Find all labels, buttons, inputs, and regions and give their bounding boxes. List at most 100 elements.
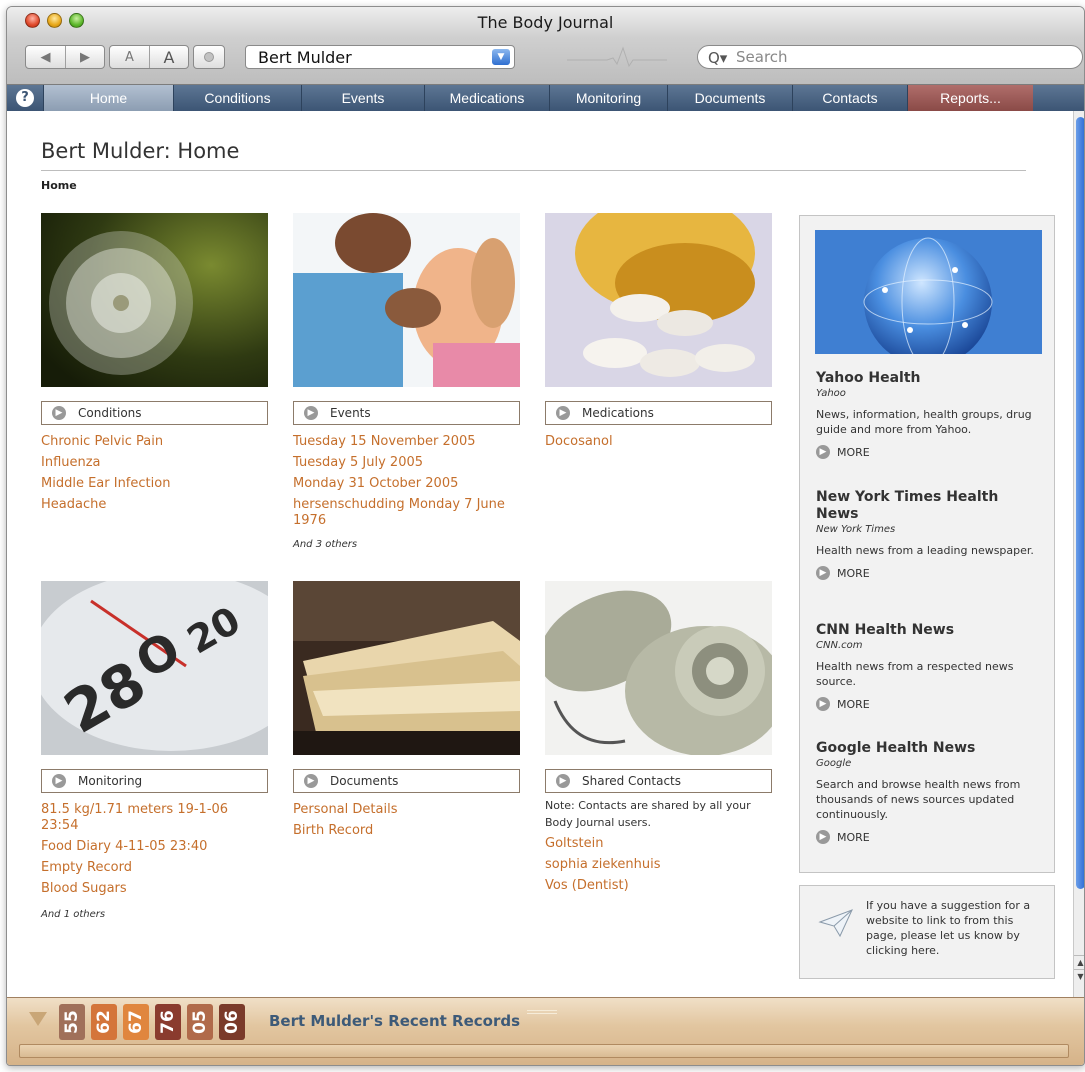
tab-medications[interactable]: Medications [424,85,549,111]
telephone-image[interactable] [545,581,772,755]
contacts-panel: ▶ Shared Contacts Note: Contacts are sha… [545,581,772,896]
conditions-heading: Conditions [78,406,142,420]
folders-image[interactable] [293,581,520,755]
medications-heading-button[interactable]: ▶ Medications [545,401,772,425]
condition-link[interactable]: Chronic Pelvic Pain [41,431,268,452]
tab-conditions[interactable]: Conditions [173,85,301,111]
contact-link[interactable]: Vos (Dentist) [545,875,772,896]
scroll-down-arrow[interactable]: ▼ [1074,969,1084,983]
font-smaller-button[interactable]: A [110,46,149,68]
search-placeholder: Search [736,48,788,66]
arrow-right-icon: ▶ [816,697,830,711]
monitoring-link[interactable]: 81.5 kg/1.71 meters 19-1-06 23:54 [41,799,268,836]
medication-link[interactable]: Docosanol [545,431,772,452]
event-link[interactable]: Monday 31 October 2005 [293,473,520,494]
document-link[interactable]: Birth Record [293,820,520,841]
page-title: Bert Mulder: Home [41,139,240,163]
recent-records-label: Bert Mulder's Recent Records [269,1012,521,1030]
recent-record-badge[interactable]: 62 [91,1004,117,1040]
title-divider [41,170,1026,171]
feed-title[interactable]: Yahoo Health [816,370,1036,387]
recent-record-number: 06 [221,1010,242,1034]
patient-select-value: Bert Mulder [258,48,352,67]
monitoring-link[interactable]: Blood Sugars [41,878,268,899]
monitoring-more-count: And 1 others [41,909,106,920]
arrow-right-icon: ▶ [816,566,830,580]
recent-record-number: 67 [125,1010,146,1034]
conditions-heading-button[interactable]: ▶ Conditions [41,401,268,425]
conditions-panel: ▶ Conditions Chronic Pelvic Pain Influen… [41,213,268,515]
contacts-heading: Shared Contacts [582,774,681,788]
feed-title[interactable]: CNN Health News [816,622,1036,639]
pills-image[interactable] [545,213,772,387]
recent-record-number: 55 [61,1010,82,1034]
chevron-down-icon[interactable]: ▼ [492,49,510,65]
recent-record-badge[interactable]: 67 [123,1004,149,1040]
heartbeat-icon [567,46,667,68]
drawer-grip[interactable] [527,1010,557,1014]
feed-title[interactable]: New York Times Health News [816,489,1036,523]
font-larger-button[interactable]: A [148,46,188,68]
doctor-exam-image[interactable] [293,213,520,387]
tab-documents[interactable]: Documents [667,85,792,111]
drawer-bar [19,1044,1069,1058]
more-button[interactable]: ▶ MORE [816,445,1036,459]
more-label: MORE [837,830,870,844]
event-link[interactable]: Tuesday 5 July 2005 [293,452,520,473]
suggestion-text: If you have a suggestion for a website t… [866,899,1031,957]
monitoring-heading-button[interactable]: ▶ Monitoring [41,769,268,793]
arrow-right-icon: ▶ [556,406,570,420]
feed-description: News, information, health groups, drug g… [816,408,1032,436]
back-button[interactable]: ◀ [26,46,65,68]
recent-record-badge[interactable]: 76 [155,1004,181,1040]
tab-reports[interactable]: Reports... [907,85,1033,111]
contact-link[interactable]: Goltstein [545,833,772,854]
search-icon: Q▾ [708,49,728,67]
stop-button[interactable] [193,45,225,69]
medications-heading: Medications [582,406,654,420]
tab-contacts[interactable]: Contacts [792,85,907,111]
scale-image[interactable]: 28 O 20 [41,581,268,755]
recent-record-badge[interactable]: 06 [219,1004,245,1040]
forward-button[interactable]: ▶ [64,46,104,68]
tab-events[interactable]: Events [301,85,424,111]
dandelion-image[interactable] [41,213,268,387]
monitoring-link[interactable]: Food Diary 4-11-05 23:40 [41,836,268,857]
events-heading-button[interactable]: ▶ Events [293,401,520,425]
feed-description: Health news from a leading newspaper. [816,544,1034,557]
more-button[interactable]: ▶ MORE [816,566,1036,580]
search-input[interactable]: Q▾ Search [697,45,1083,69]
feed-source: New York Times [816,524,896,535]
patient-select[interactable]: Bert Mulder ▼ [245,45,515,69]
event-link[interactable]: Tuesday 15 November 2005 [293,431,520,452]
events-panel: ▶ Events Tuesday 15 November 2005 Tuesda… [293,213,520,550]
recent-record-badge[interactable]: 05 [187,1004,213,1040]
contacts-heading-button[interactable]: ▶ Shared Contacts [545,769,772,793]
event-link[interactable]: hersenschudding Monday 7 June 1976 [293,494,520,529]
document-link[interactable]: Personal Details [293,799,520,820]
suggestion-box[interactable]: If you have a suggestion for a website t… [799,885,1055,979]
scroll-up-arrow[interactable]: ▲ [1074,955,1084,969]
drawer-toggle-icon[interactable] [29,1012,47,1026]
scroll-thumb[interactable] [1076,117,1084,889]
more-label: MORE [837,445,870,459]
condition-link[interactable]: Middle Ear Infection [41,473,268,494]
help-button[interactable]: ? [7,85,43,111]
stop-icon [204,52,214,62]
feed-source: Yahoo [816,388,846,399]
recent-record-number: 05 [189,1010,210,1034]
vertical-scrollbar[interactable]: ▲ ▼ [1073,111,1084,997]
contacts-note: Note: Contacts are shared by all your Bo… [545,799,751,829]
more-button[interactable]: ▶ MORE [816,830,1036,844]
feed-title[interactable]: Google Health News [816,740,1036,757]
breadcrumb[interactable]: Home [41,179,77,192]
condition-link[interactable]: Headache [41,494,268,515]
contact-link[interactable]: sophia ziekenhuis [545,854,772,875]
more-button[interactable]: ▶ MORE [816,697,1036,711]
monitoring-link[interactable]: Empty Record [41,857,268,878]
tab-home[interactable]: Home [43,85,173,111]
documents-heading-button[interactable]: ▶ Documents [293,769,520,793]
recent-record-badge[interactable]: 55 [59,1004,85,1040]
condition-link[interactable]: Influenza [41,452,268,473]
tab-monitoring[interactable]: Monitoring [549,85,667,111]
